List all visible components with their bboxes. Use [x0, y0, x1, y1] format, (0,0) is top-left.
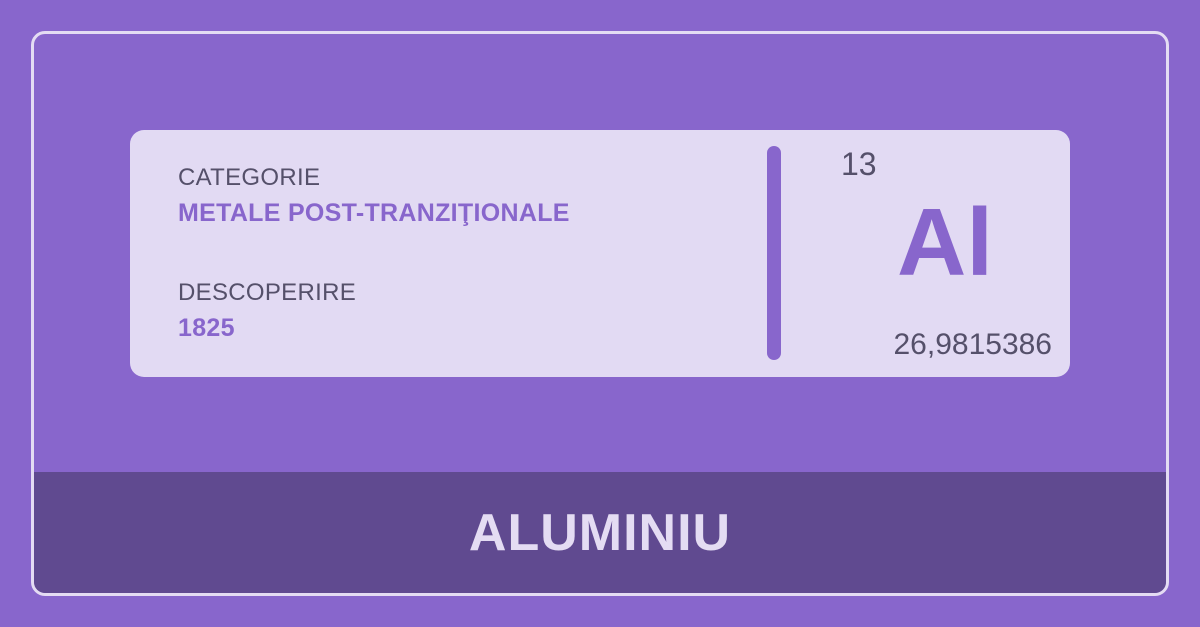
category-label: CATEGORIE	[178, 164, 321, 191]
element-name: ALUMINIU	[468, 503, 732, 562]
discovery-value: 1825	[178, 314, 235, 342]
element-frame: CATEGORIE METALE POST-TRANZIŢIONALE DESC…	[31, 31, 1169, 596]
vertical-divider	[767, 146, 781, 360]
element-card: CATEGORIE METALE POST-TRANZIŢIONALE DESC…	[130, 130, 1070, 377]
category-value: METALE POST-TRANZIŢIONALE	[178, 199, 570, 227]
discovery-label: DESCOPERIRE	[178, 279, 357, 306]
atomic-mass: 26,9815386	[893, 328, 1053, 361]
element-symbol: Al	[897, 189, 993, 296]
atomic-number: 13	[841, 146, 877, 182]
footer-bar: ALUMINIU	[34, 472, 1166, 593]
